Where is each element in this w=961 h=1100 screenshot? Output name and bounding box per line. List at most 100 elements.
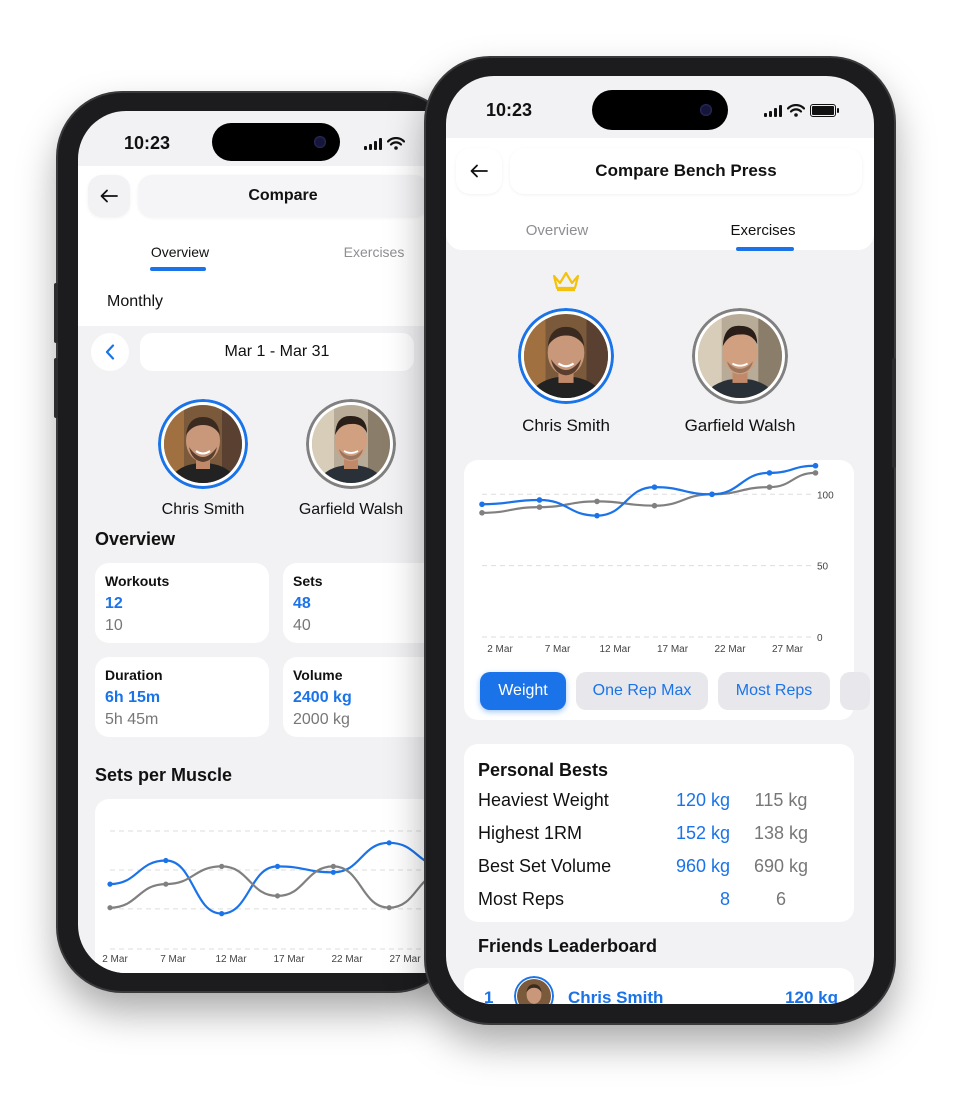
- status-icons: [364, 137, 405, 150]
- dynamic-island: [592, 90, 728, 130]
- stat-label: Workouts: [105, 573, 170, 589]
- stat-value-b: 10: [105, 617, 123, 634]
- period-select-value: Monthly: [107, 293, 164, 310]
- battery-icon: [810, 104, 839, 117]
- leaderboard-row[interactable]: 1 Chris Smith 120 kg: [464, 968, 854, 1004]
- data-point: [651, 484, 658, 490]
- person-photo-icon: [312, 405, 390, 483]
- period-select[interactable]: Monthly: [91, 283, 431, 321]
- chevron-left-icon: [105, 344, 115, 360]
- pb-value-a: 120 kg: [675, 790, 730, 810]
- avatar-garfield-walsh[interactable]: [692, 308, 788, 404]
- person-photo-icon: [517, 979, 551, 1004]
- pb-row: Most Reps 8 6: [478, 889, 840, 919]
- x-tick-label: 22 Mar: [331, 954, 363, 965]
- tab-overview[interactable]: Overview: [128, 244, 232, 260]
- tab-exercises[interactable]: Exercises: [708, 222, 818, 239]
- date-range: Mar 1 - Mar 31: [140, 333, 414, 371]
- page-title: Compare: [138, 175, 428, 217]
- stat-value-b: 2000 kg: [293, 711, 350, 728]
- pb-value-a: 152 kg: [675, 823, 730, 843]
- avatar-garfield-walsh[interactable]: [306, 399, 396, 489]
- data-point: [594, 498, 600, 505]
- metric-pill-weight[interactable]: Weight: [480, 672, 566, 710]
- data-point: [766, 484, 773, 490]
- person-photo-icon: [524, 314, 608, 398]
- tab-indicator: [736, 247, 794, 251]
- data-point: [812, 470, 819, 476]
- pb-label: Highest 1RM: [478, 823, 583, 843]
- back-button[interactable]: [88, 175, 130, 217]
- pb-row: Best Set Volume 960 kg 690 kg: [478, 856, 840, 886]
- arrow-left-icon: [100, 189, 118, 203]
- metric-pill-one-rep-max[interactable]: One Rep Max: [576, 672, 708, 710]
- signal-icon: [364, 137, 382, 150]
- x-tick-label: 17 Mar: [657, 644, 689, 655]
- signal-icon: [764, 104, 782, 117]
- series-line: [481, 471, 816, 514]
- y-tick-label: 0: [817, 633, 823, 644]
- progress-chart-card: 100 50 0 2 Mar 7 Mar 12 Mar 17 Mar 22 Mar 27 Mar…: [464, 460, 870, 720]
- wifi-icon: [387, 137, 405, 150]
- data-point: [386, 840, 392, 846]
- left-phone-frame: 10:23 Compare Overview Exercises Monthly…: [54, 93, 458, 991]
- tab-indicator: [150, 267, 206, 271]
- x-tick-label: 12 Mar: [599, 644, 631, 655]
- leaderboard-rank: 1: [484, 988, 494, 1004]
- personal-bests-card: Personal Bests Heaviest Weight 120 kg 11…: [464, 744, 854, 922]
- person-name-chris: Chris Smith: [161, 501, 245, 518]
- metric-pill-more[interactable]: [840, 672, 870, 710]
- left-screen: 10:23 Compare Overview Exercises Monthly…: [78, 111, 458, 973]
- back-button[interactable]: [456, 148, 502, 194]
- avatar-chris-smith[interactable]: [158, 399, 248, 489]
- data-point: [330, 869, 336, 875]
- x-tick-label: 17 Mar: [273, 954, 305, 965]
- data-point: [219, 863, 225, 869]
- data-point: [536, 504, 543, 510]
- x-tick-label: 2 Mar: [102, 954, 128, 965]
- camera-icon: [314, 136, 326, 148]
- progress-chart: 100 50 0 2 Mar 7 Mar 12 Mar 17 Mar 22 Mar 27 Mar: [479, 462, 834, 655]
- arrow-left-icon: [470, 164, 488, 178]
- pb-row: Heaviest Weight 120 kg 115 kg: [478, 790, 840, 820]
- camera-icon: [700, 104, 712, 116]
- tab-overview[interactable]: Overview: [502, 222, 612, 239]
- sets-per-muscle-chart: 2 Mar 7 Mar 12 Mar 17 Mar 22 Mar 27 Mar: [102, 830, 455, 965]
- pb-label: Best Set Volume: [478, 856, 612, 876]
- stat-value-b: 5h 45m: [105, 711, 159, 728]
- y-tick-label: 100: [817, 490, 834, 501]
- pb-value-b: 6: [775, 889, 786, 909]
- leaderboard-name: Chris Smith: [568, 988, 664, 1004]
- data-point: [386, 905, 392, 911]
- data-point: [594, 512, 600, 519]
- stat-value-a: 6h 15m: [105, 689, 161, 706]
- sets-per-muscle-heading: Sets per Muscle: [95, 765, 233, 785]
- stat-label: Duration: [105, 667, 163, 683]
- data-point: [536, 497, 543, 503]
- x-tick-label: 27 Mar: [389, 954, 421, 965]
- x-tick-label: 12 Mar: [215, 954, 247, 965]
- stat-label: Volume: [293, 667, 343, 683]
- pb-value-a: 8: [719, 889, 730, 909]
- metric-pill-most-reps[interactable]: Most Reps: [718, 672, 830, 710]
- leaderboard-heading: Friends Leaderboard: [478, 936, 658, 956]
- pb-label: Most Reps: [478, 889, 565, 909]
- avatar-chris-smith[interactable]: [518, 308, 614, 404]
- right-phone-frame: 10:23 Compare Bench Press Overview Exerc…: [426, 58, 896, 1023]
- data-point: [766, 470, 773, 476]
- data-point: [479, 510, 485, 516]
- personal-bests-heading: Personal Bests: [478, 760, 609, 780]
- person-photo-icon: [164, 405, 242, 483]
- tab-exercises[interactable]: Exercises: [322, 244, 426, 260]
- person-name-garfield: Garfield Walsh: [684, 416, 796, 435]
- x-tick-label: 2 Mar: [487, 644, 513, 655]
- stat-value-a: 2400 kg: [293, 689, 352, 706]
- dynamic-island: [212, 123, 340, 161]
- person-photo-icon: [698, 314, 782, 398]
- prev-period-button[interactable]: [91, 333, 129, 371]
- person-name-garfield: Garfield Walsh: [298, 501, 404, 518]
- wifi-icon: [787, 104, 805, 117]
- x-tick-label: 22 Mar: [714, 644, 746, 655]
- stat-label: Sets: [293, 573, 323, 589]
- power-button: [892, 358, 896, 468]
